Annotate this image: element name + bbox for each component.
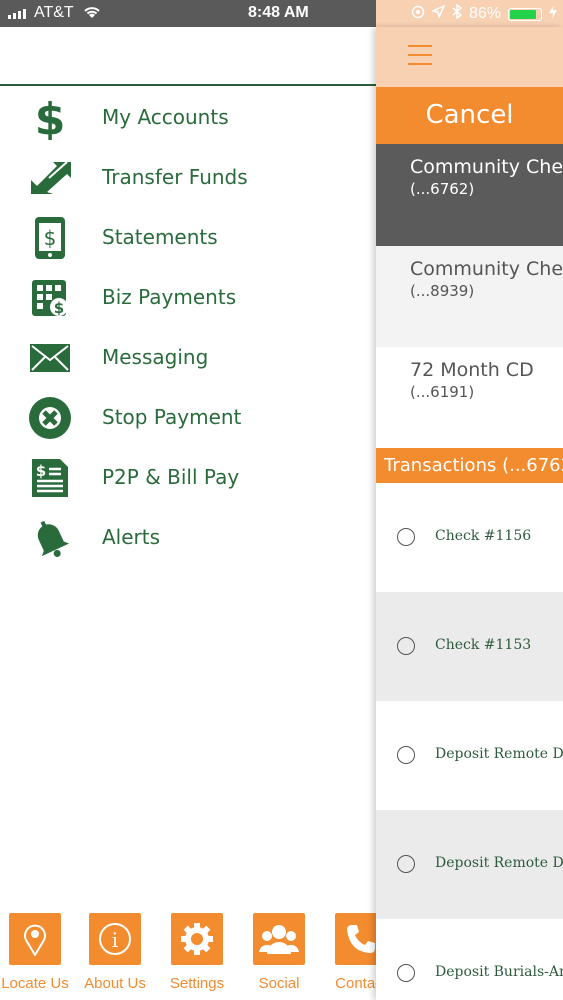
dollar-icon: $ <box>26 96 74 140</box>
menu-item-label: Biz Payments <box>102 285 237 309</box>
cancel-button[interactable]: Cancel <box>376 87 563 144</box>
bell-icon <box>26 516 74 560</box>
toolbar-label: Social <box>258 975 300 992</box>
transactions-header: Transactions (...6762 <box>376 448 563 483</box>
toolbar-social[interactable]: Social <box>238 910 320 992</box>
menu-item-label: Alerts <box>102 525 161 549</box>
menu-item-label: Transfer Funds <box>102 165 248 189</box>
overlay-header <box>376 27 563 87</box>
menu-item-stop-payment[interactable]: Stop Payment <box>0 388 376 448</box>
menu-item-label: My Accounts <box>102 105 229 129</box>
transaction-row[interactable]: Deposit Remote De <box>376 810 563 919</box>
location-arrow-icon <box>430 4 446 23</box>
svg-text:i: i <box>112 928 118 952</box>
hamburger-menu-icon[interactable] <box>408 45 432 72</box>
gear-icon <box>171 913 223 965</box>
toolbar-about-us[interactable]: i About Us <box>74 910 156 992</box>
charging-bolt-icon <box>549 4 558 24</box>
toolbar-label: About Us <box>84 975 146 992</box>
account-number: (...8939) <box>410 282 475 300</box>
bill-pay-icon: $ <box>26 456 74 500</box>
orientation-lock-icon <box>411 5 425 24</box>
account-row-selected[interactable]: Community Check (...6762) <box>376 144 563 246</box>
menu-item-messaging[interactable]: Messaging <box>0 328 376 388</box>
toolbar-label: Settings <box>169 975 225 992</box>
menu-item-biz-payments[interactable]: $ Biz Payments <box>0 268 376 328</box>
transaction-row[interactable]: Deposit Remote De <box>376 701 563 810</box>
svg-text:$: $ <box>35 96 66 140</box>
transaction-row[interactable]: Check #1156 <box>376 483 563 592</box>
transaction-radio[interactable] <box>397 746 415 764</box>
clock: 8:48 AM <box>248 4 309 21</box>
info-icon: i <box>89 913 141 965</box>
bottom-toolbar: Locate Us i About Us Settings Social Con… <box>0 910 387 1000</box>
svg-text:$: $ <box>44 226 57 250</box>
transaction-label: Deposit Remote De <box>435 855 563 871</box>
battery-percent: 86% <box>469 5 502 22</box>
wifi-icon <box>82 4 102 25</box>
transaction-row[interactable]: Deposit Burials-Ann <box>376 919 563 1000</box>
menu-header-divider <box>0 84 376 86</box>
side-menu: $ My Accounts Transfer Funds $ Statement… <box>0 88 376 568</box>
menu-item-label: Statements <box>102 225 218 249</box>
transaction-radio[interactable] <box>397 637 415 655</box>
menu-item-transfer-funds[interactable]: Transfer Funds <box>0 148 376 208</box>
signal-strength-icon <box>8 9 26 19</box>
location-pin-icon <box>9 913 61 965</box>
menu-item-statements[interactable]: $ Statements <box>0 208 376 268</box>
menu-item-alerts[interactable]: Alerts <box>0 508 376 568</box>
envelope-icon <box>26 336 74 380</box>
menu-item-my-accounts[interactable]: $ My Accounts <box>0 88 376 148</box>
status-bar: AT&T 8:48 AM <box>0 0 376 27</box>
transaction-label: Deposit Burials-Ann <box>435 964 563 980</box>
transaction-row[interactable]: Check #1153 <box>376 592 563 701</box>
statement-phone-icon: $ <box>26 216 74 260</box>
transaction-radio[interactable] <box>397 964 415 982</box>
transaction-label: Check #1156 <box>435 528 532 544</box>
svg-text:$: $ <box>54 299 64 317</box>
transfer-arrows-icon <box>26 156 74 200</box>
toolbar-locate-us[interactable]: Locate Us <box>0 910 76 992</box>
status-bar-right: 86% <box>376 0 563 27</box>
svg-text:$: $ <box>36 462 46 480</box>
account-name: 72 Month CD <box>410 359 534 381</box>
account-overlay-panel: Cancel Community Check (...6762) Communi… <box>376 27 563 1000</box>
menu-item-label: Messaging <box>102 345 209 369</box>
menu-item-label: P2P & Bill Pay <box>102 465 240 489</box>
toolbar-label: Locate Us <box>1 975 69 992</box>
account-row[interactable]: 72 Month CD (...6191) <box>376 347 563 448</box>
transaction-label: Deposit Remote De <box>435 746 563 762</box>
transaction-radio[interactable] <box>397 855 415 873</box>
stop-x-icon <box>26 396 74 440</box>
transaction-radio[interactable] <box>397 528 415 546</box>
account-number: (...6191) <box>410 383 475 401</box>
menu-item-p2p-bill-pay[interactable]: $ P2P & Bill Pay <box>0 448 376 508</box>
account-name: Community Check <box>410 258 563 280</box>
bluetooth-icon <box>452 3 463 24</box>
toolbar-settings[interactable]: Settings <box>156 910 238 992</box>
battery-icon <box>508 7 543 21</box>
biz-payments-icon: $ <box>26 276 74 320</box>
menu-item-label: Stop Payment <box>102 405 242 429</box>
carrier-label: AT&T <box>34 4 74 21</box>
account-number: (...6762) <box>410 180 475 198</box>
account-row[interactable]: Community Check (...8939) <box>376 246 563 347</box>
transaction-label: Check #1153 <box>435 637 532 653</box>
people-icon <box>253 913 305 965</box>
account-name: Community Check <box>410 156 563 178</box>
